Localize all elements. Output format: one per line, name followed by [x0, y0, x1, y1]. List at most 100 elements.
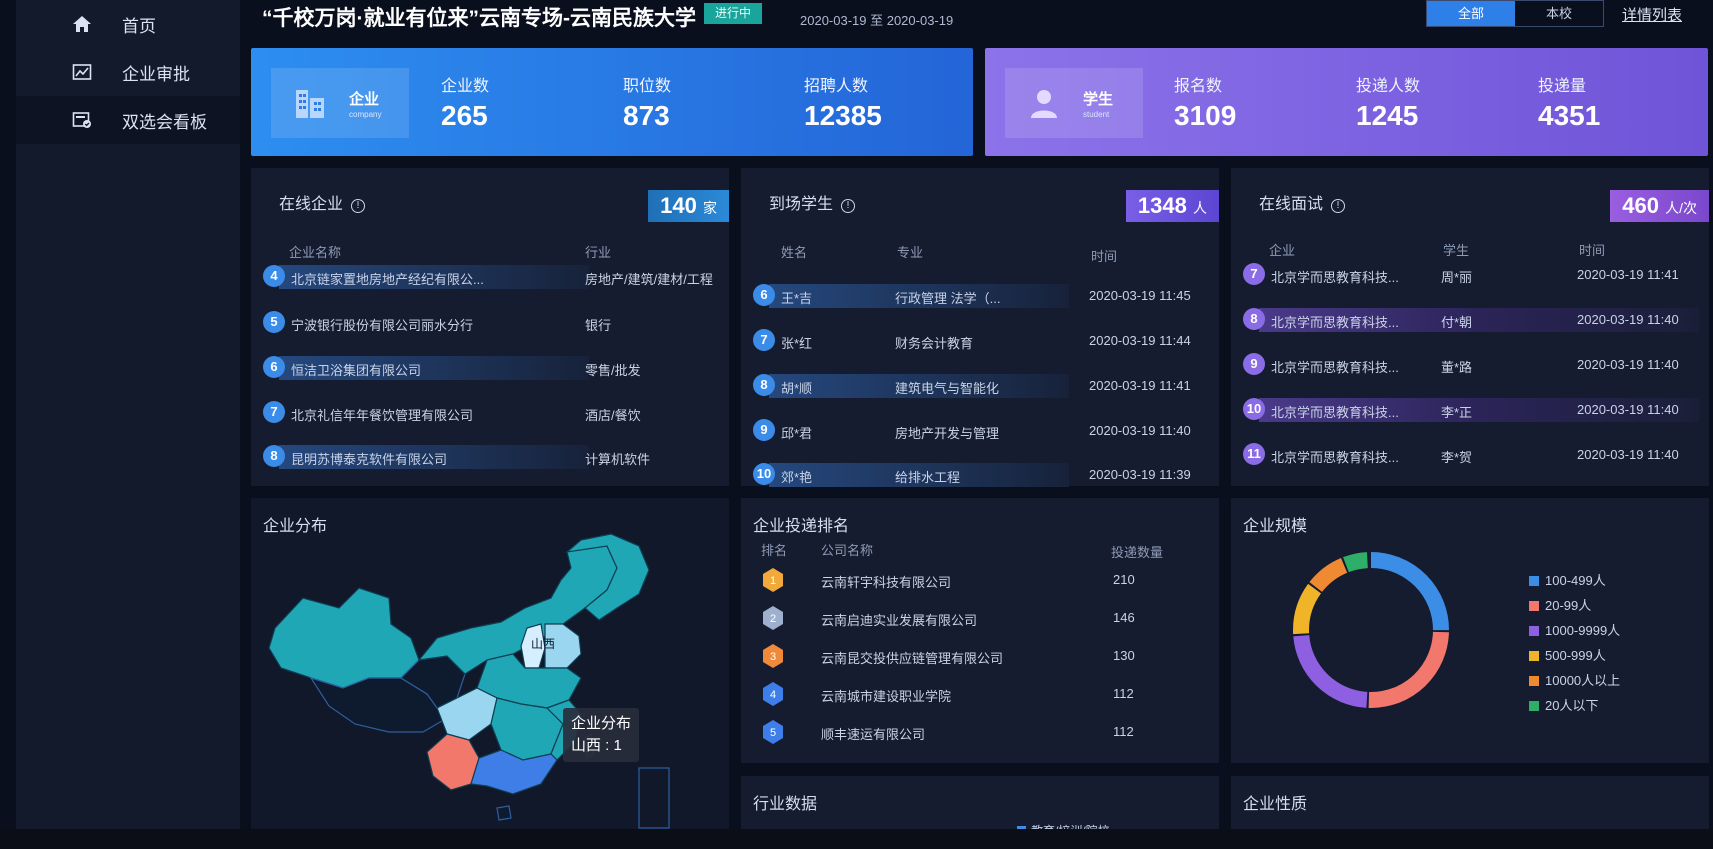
legend-item[interactable]: 20人以下	[1529, 695, 1598, 714]
toggle-all[interactable]: 全部	[1427, 1, 1515, 26]
table-row[interactable]: 6 恒洁卫浴集团有限公司 零售/批发	[263, 353, 723, 383]
table-row[interactable]: 8 昆明苏博泰克软件有限公司 计算机软件	[263, 442, 723, 472]
table-row[interactable]: 8 北京学而思教育科技... 付*朝 2020-03-19 11:40	[1243, 305, 1703, 335]
table-row[interactable]: 9 北京学而思教育科技... 董*路 2020-03-19 11:40	[1243, 350, 1703, 380]
legend-item[interactable]: 10000人以上	[1529, 670, 1620, 689]
table-row[interactable]: 6 王*吉 行政管理 法学（... 2020-03-19 11:45	[753, 281, 1213, 311]
sidebar-item-approval[interactable]: 企业审批	[16, 48, 240, 96]
student-name: 胡*顺	[781, 381, 813, 396]
count-unit: 家	[703, 200, 717, 216]
map-region-south[interactable]	[470, 749, 558, 795]
industry: 房地产/建筑/建材/工程	[585, 272, 713, 287]
table-row[interactable]: 2 云南启迪实业发展有限公司 146	[741, 602, 1221, 632]
map-region-xinjiang[interactable]	[268, 587, 420, 689]
chart-icon	[72, 64, 92, 80]
detail-list-link[interactable]: 详情列表	[1622, 4, 1682, 25]
table-row[interactable]: 7 北京学而思教育科技... 周*丽 2020-03-19 11:41	[1243, 260, 1703, 290]
rank-number: 2	[770, 613, 776, 625]
panel-title: 到场学生!	[769, 190, 856, 214]
rank-badge-icon: 5	[763, 720, 783, 744]
interview-student: 董*路	[1441, 360, 1473, 375]
company-scale-panel: 企业规模 100-499人 20-99人 1000-9999人 500-999人…	[1231, 498, 1709, 763]
delivery-count: 130	[1113, 648, 1135, 663]
legend-item[interactable]: 20-99人	[1529, 595, 1591, 614]
info-icon[interactable]: !	[1331, 199, 1346, 213]
stat-label: 职位数	[623, 78, 672, 95]
row-number: 6	[263, 356, 285, 378]
company-name: 北京礼信年年餐饮管理有限公司	[291, 408, 474, 423]
count-badge: 140 家	[648, 190, 729, 222]
tooltip-value: 山西 : 1	[571, 737, 622, 754]
interview-time: 2020-03-19 11:40	[1577, 357, 1679, 372]
table-row[interactable]: 3 云南昆交投供应链管理有限公司 130	[741, 640, 1221, 670]
legend-item[interactable]: 500-999人	[1529, 645, 1606, 664]
table-row[interactable]: 4 北京链家置地房地产经纪有限公... 房地产/建筑/建材/工程	[263, 262, 723, 292]
row-number: 8	[753, 374, 775, 396]
table-row[interactable]: 5 宁波银行股份有限公司丽水分行 银行	[263, 308, 723, 338]
stat-label: 投递量	[1538, 78, 1587, 95]
table-row[interactable]: 4 云南城市建设职业学院 112	[741, 678, 1221, 708]
legend-swatch	[1529, 601, 1539, 611]
panel-title: 企业投递排名	[753, 518, 850, 535]
table-row[interactable]: 10 郊*艳 给排水工程 2020-03-19 11:39	[753, 460, 1213, 490]
table-row[interactable]: 11 北京学而思教育科技... 李*贺 2020-03-19 11:40	[1243, 440, 1703, 470]
panel-title: 行业数据	[753, 796, 818, 813]
legend-item[interactable]: 1000-9999人	[1529, 620, 1620, 639]
dashboard: 首页 企业审批 双选会看板 “千校万岗·就业有位来”云南专场-云南民族大学 进行…	[0, 0, 1713, 849]
company-name: 云南启迪实业发展有限公司	[821, 613, 978, 628]
count-value: 140	[660, 193, 697, 218]
sidebar-item-home[interactable]: 首页	[16, 0, 240, 48]
sidebar-item-label: 双选会看板	[122, 112, 207, 132]
panel-title: 在线企业!	[279, 190, 366, 214]
table-row[interactable]: 8 胡*顺 建筑电气与智能化 2020-03-19 11:41	[753, 371, 1213, 401]
sidebar: 首页 企业审批 双选会看板	[16, 0, 240, 849]
online-companies-panel: 在线企业! 140 家 企业名称 行业 4 北京链家置地房地产经纪有限公... …	[251, 168, 729, 486]
legend-label: 500-999人	[1545, 648, 1606, 663]
legend-item[interactable]: 100-499人	[1529, 570, 1606, 589]
student-major: 房地产开发与管理	[895, 426, 1000, 441]
category-sublabel: student	[1083, 110, 1110, 119]
info-icon[interactable]: !	[841, 199, 856, 213]
sidebar-item-label: 首页	[122, 16, 156, 36]
info-icon[interactable]: !	[351, 199, 366, 213]
delivery-count: 146	[1113, 610, 1135, 625]
column-header: 企业名称	[289, 245, 342, 260]
legend-swatch	[1529, 701, 1539, 711]
row-number: 8	[1243, 308, 1265, 330]
category-label: 学生	[1083, 91, 1114, 108]
table-row[interactable]: 5 顺丰速运有限公司 112	[741, 716, 1221, 746]
toggle-school[interactable]: 本校	[1515, 1, 1603, 26]
company-name: 顺丰速运有限公司	[821, 727, 926, 742]
table-row[interactable]: 9 邱*君 房地产开发与管理 2020-03-19 11:40	[753, 416, 1213, 446]
arrival-time: 2020-03-19 11:41	[1089, 378, 1191, 393]
interview-company: 北京学而思教育科技...	[1271, 360, 1399, 375]
table-row[interactable]: 7 张*红 财务会计教育 2020-03-19 11:44	[753, 326, 1213, 356]
stat-label: 报名数	[1174, 78, 1223, 95]
tooltip-title: 企业分布	[571, 715, 632, 732]
table-row[interactable]: 7 北京礼信年年餐饮管理有限公司 酒店/餐饮	[263, 398, 723, 428]
row-number: 7	[263, 401, 285, 423]
count-value: 460	[1622, 193, 1659, 218]
row-number: 7	[753, 329, 775, 351]
arrival-time: 2020-03-19 11:45	[1089, 288, 1191, 303]
panel-title: 企业性质	[1243, 796, 1308, 813]
date-range: 2020-03-19 至 2020-03-19	[800, 13, 954, 28]
table-row[interactable]: 1 云南轩宇科技有限公司 210	[741, 564, 1221, 594]
scale-donut-chart[interactable]	[1291, 550, 1451, 710]
row-number: 5	[263, 311, 285, 333]
map-region-hainan[interactable]	[496, 805, 512, 821]
china-map[interactable]: 山西	[251, 528, 729, 833]
row-number: 6	[753, 284, 775, 306]
stat-value: 4351	[1538, 100, 1601, 131]
row-number: 7	[1243, 263, 1265, 285]
student-major: 给排水工程	[895, 470, 961, 485]
stat-value: 12385	[804, 100, 882, 131]
table-row[interactable]: 10 北京学而思教育科技... 李*正 2020-03-19 11:40	[1243, 395, 1703, 425]
student-major: 行政管理 法学（...	[895, 291, 1001, 306]
arrival-time: 2020-03-19 11:44	[1089, 333, 1191, 348]
sidebar-item-board[interactable]: 双选会看板	[16, 96, 240, 144]
company-name: 云南昆交投供应链管理有限公司	[821, 651, 1004, 666]
online-interviews-panel: 在线面试! 460 人/次 企业 学生 时间 7 北京学而思教育科技... 周*…	[1231, 168, 1709, 486]
rank-number: 4	[770, 689, 776, 701]
company-distribution-panel: 企业分布 山西 企业分布 山西: 1	[251, 498, 729, 833]
